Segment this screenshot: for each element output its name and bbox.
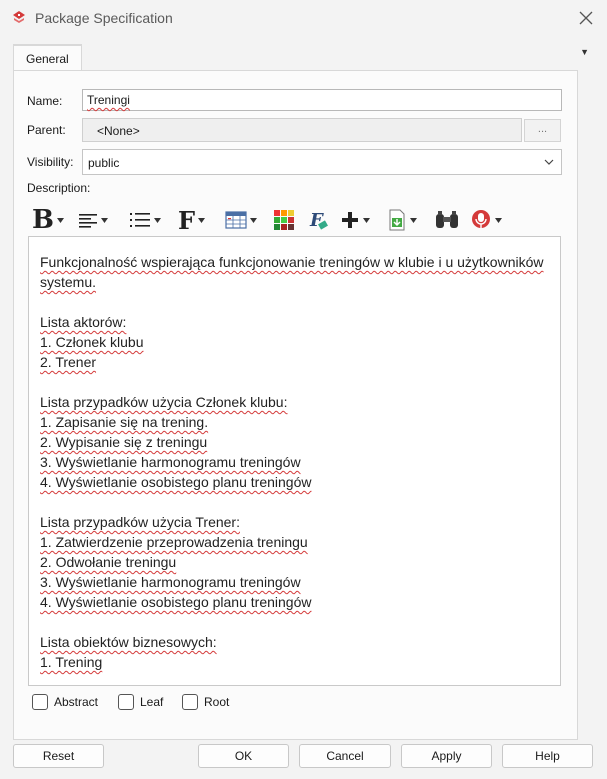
description-line: 2. Trener <box>40 354 97 370</box>
align-icon <box>79 214 97 228</box>
insert-icon <box>342 212 358 228</box>
description-line: Funkcjonalność wspierająca funkcjonowani… <box>40 254 544 290</box>
color-fill-button[interactable] <box>273 204 295 236</box>
tab-general[interactable]: General <box>13 44 82 71</box>
description-toolbar: B F F <box>30 204 550 236</box>
list-icon <box>130 213 150 227</box>
ok-button[interactable]: OK <box>198 744 289 768</box>
description-line: 4. Wyświetlanie osobistego planu trening… <box>40 594 312 610</box>
parent-field: <None> <box>82 118 522 142</box>
table-button[interactable] <box>225 204 257 236</box>
description-line: 3. Wyświetlanie harmonogramu treningów <box>40 574 301 590</box>
cancel-button[interactable]: Cancel <box>299 744 391 768</box>
description-line <box>40 292 549 312</box>
caret-down-icon <box>250 217 257 223</box>
caret-down-icon <box>154 217 161 223</box>
root-label: Root <box>204 695 230 709</box>
visibility-label: Visibility: <box>27 155 74 169</box>
spellcheck-icon <box>472 210 490 228</box>
description-label: Description: <box>27 181 91 195</box>
description-editor[interactable]: Funkcjonalność wspierająca funkcjonowani… <box>28 236 561 686</box>
find-button[interactable] <box>434 204 460 236</box>
description-line: 1. Zapisanie się na trening. <box>40 414 209 430</box>
import-button[interactable] <box>387 204 417 236</box>
leaf-checkbox[interactable]: Leaf <box>118 694 163 710</box>
description-line: Lista przypadków użycia Trener: <box>40 514 240 530</box>
description-line: Lista obiektów biznesowych: <box>40 634 217 650</box>
apply-button[interactable]: Apply <box>401 744 492 768</box>
caret-down-icon <box>410 217 417 223</box>
import-icon <box>389 209 405 231</box>
parent-label: Parent: <box>27 123 66 137</box>
font-icon: F <box>178 205 196 235</box>
description-line: 3. Wyświetlanie harmonogramu treningów <box>40 454 301 470</box>
leaf-label: Leaf <box>140 695 164 709</box>
table-icon <box>225 211 247 229</box>
description-line: Lista aktorów: <box>40 314 127 330</box>
font-style-button[interactable]: F <box>308 204 330 236</box>
name-field[interactable]: Treningi <box>82 89 562 111</box>
description-line: Lista przypadków użycia Członek klubu: <box>40 394 288 410</box>
name-value: Treningi <box>87 93 130 107</box>
color-fill-icon <box>274 210 294 230</box>
description-line: 2. Odwołanie treningu <box>40 554 177 570</box>
root-checkbox[interactable]: Root <box>182 694 229 710</box>
description-line: 1. Trening <box>40 654 103 670</box>
parent-value: <None> <box>97 124 140 138</box>
description-line <box>40 372 549 392</box>
tab-general-label: General <box>26 52 69 66</box>
checkbox-box <box>32 694 48 710</box>
abstract-checkbox[interactable]: Abstract <box>32 694 98 710</box>
bold-icon: B <box>32 205 54 235</box>
caret-down-icon <box>101 217 108 223</box>
font-style-icon: F <box>309 210 328 231</box>
visibility-value: public <box>88 156 120 170</box>
font-button[interactable]: F <box>178 204 206 236</box>
description-line: 1. Członek klubu <box>40 334 144 350</box>
description-line <box>40 612 549 632</box>
description-line: 4. Wyświetlanie osobistego planu trening… <box>40 474 312 490</box>
abstract-label: Abstract <box>54 695 99 709</box>
window-title: Package Specification <box>35 10 173 26</box>
description-line: 1. Zatwierdzenie przeprowadzenia trening… <box>40 534 308 550</box>
align-button[interactable] <box>78 204 108 236</box>
reset-button[interactable]: Reset <box>13 744 104 768</box>
insert-button[interactable] <box>340 204 370 236</box>
help-button[interactable]: Help <box>502 744 593 768</box>
bold-button[interactable]: B <box>32 204 64 236</box>
caret-down-icon <box>56 217 64 223</box>
parent-browse-button[interactable]: ... <box>524 119 561 142</box>
description-line <box>40 492 549 512</box>
list-button[interactable] <box>129 204 161 236</box>
checkbox-box <box>182 694 198 710</box>
name-label: Name: <box>27 94 63 108</box>
checkbox-box <box>118 694 134 710</box>
package-app-icon <box>13 11 25 23</box>
visibility-select[interactable]: public <box>82 149 562 175</box>
title-bar: Package Specification <box>0 0 607 36</box>
tab-menu-dropdown-icon[interactable]: ▼ <box>580 47 589 57</box>
caret-down-icon <box>495 217 502 223</box>
caret-down-icon <box>363 217 370 223</box>
find-icon <box>436 211 458 228</box>
caret-down-icon <box>198 217 206 223</box>
close-icon[interactable] <box>577 9 595 27</box>
description-line: 2. Wypisanie się z treningu <box>40 434 208 450</box>
spellcheck-button[interactable] <box>470 204 502 236</box>
chevron-down-icon <box>544 159 554 165</box>
